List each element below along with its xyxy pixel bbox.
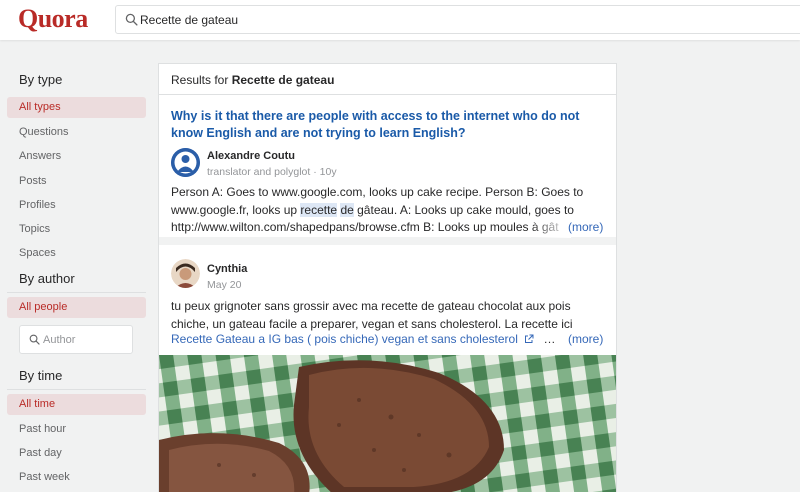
filter-all-time[interactable]: All time	[7, 394, 146, 415]
search-query: Recette de gateau	[140, 13, 239, 27]
text-fade	[531, 220, 571, 238]
filter-posts[interactable]: Posts	[19, 175, 47, 187]
filter-topics[interactable]: Topics	[19, 223, 50, 235]
highlight: recette	[300, 202, 338, 217]
author-name[interactable]: Alexandre Coutu	[207, 150, 295, 162]
results-panel: Results for Recette de gateau Why is it …	[158, 63, 617, 492]
post-image[interactable]	[159, 355, 616, 492]
search-icon	[29, 334, 40, 345]
avatar-image	[171, 148, 200, 177]
avatar-image	[171, 259, 200, 288]
external-link[interactable]: Recette Gateau a IG bas ( pois chiche) v…	[171, 332, 556, 346]
filter-profiles[interactable]: Profiles	[19, 199, 56, 211]
cake-image	[159, 355, 616, 492]
filter-all-types[interactable]: All types	[7, 97, 146, 118]
author-name[interactable]: Cynthia	[207, 263, 247, 275]
results-label: Results for Recette de gateau	[171, 73, 335, 87]
more-link[interactable]: (more)	[568, 332, 603, 346]
avatar[interactable]	[171, 148, 200, 177]
author-search-input[interactable]: Author	[19, 325, 133, 354]
divider	[7, 292, 146, 293]
filter-questions[interactable]: Questions	[19, 126, 69, 138]
filter-past-hour[interactable]: Past hour	[19, 423, 66, 435]
post-excerpt[interactable]: tu peux grignoter sans grossir avec ma r…	[171, 298, 611, 333]
divider	[7, 389, 146, 390]
highlight: de	[340, 202, 354, 217]
top-bar: Quora Recette de gateau	[0, 0, 800, 40]
question-title[interactable]: Why is it that there are people with acc…	[171, 108, 611, 142]
filter-answers[interactable]: Answers	[19, 150, 61, 162]
filter-past-day[interactable]: Past day	[19, 447, 62, 459]
by-author-heading: By author	[19, 271, 75, 286]
by-time-heading: By time	[19, 368, 63, 383]
search-icon	[125, 13, 138, 26]
quora-logo[interactable]: Quora	[18, 4, 88, 34]
author-placeholder: Author	[43, 334, 76, 346]
by-type-heading: By type	[19, 72, 63, 87]
avatar[interactable]	[171, 259, 200, 288]
result-card: Why is it that there are people with acc…	[159, 96, 616, 245]
results-query: Recette de gateau	[231, 73, 335, 87]
filter-spaces[interactable]: Spaces	[19, 247, 56, 259]
filter-all-people[interactable]: All people	[7, 297, 146, 318]
results-header: Results for Recette de gateau	[159, 64, 616, 95]
author-credential: translator and polyglot · 10y	[207, 166, 337, 178]
external-link-icon	[525, 334, 534, 343]
filter-past-week[interactable]: Past week	[19, 471, 70, 483]
search-input[interactable]: Recette de gateau	[115, 5, 800, 34]
more-link[interactable]: (more)	[568, 220, 603, 234]
post-date: May 20	[207, 279, 242, 291]
